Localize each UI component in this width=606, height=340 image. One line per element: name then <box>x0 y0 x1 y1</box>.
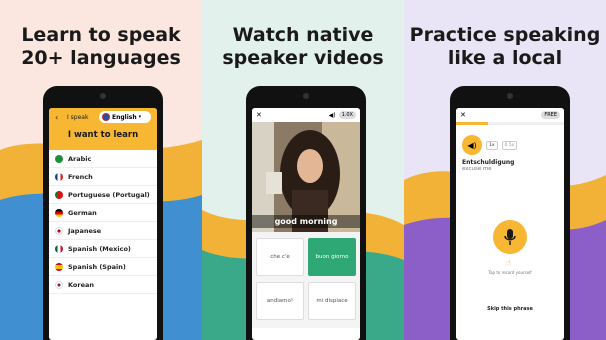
japan-flag-icon <box>55 226 63 235</box>
back-arrow-icon[interactable]: ‹ <box>55 113 58 122</box>
headline-line-2: speaker videos <box>222 47 384 69</box>
language-label: Korean <box>68 280 95 289</box>
answer-choice[interactable]: andiamo! <box>256 282 304 320</box>
language-label: Portuguese (Portugal) <box>68 190 150 199</box>
language-item-arabic[interactable]: Arabic <box>49 150 157 168</box>
answer-choices: che c'è buon giorno andiamo! mi dispiace <box>252 232 360 328</box>
promo-panel-videos: Watch native speaker videos ✕ ◀) 1.0X go… <box>202 0 404 340</box>
language-label: Arabic <box>68 154 92 163</box>
audio-controls: ◀) 1x 0.5x <box>456 125 564 159</box>
promo-panel-speaking: Practice speaking like a local ✕ FREE ◀)… <box>404 0 606 340</box>
france-flag-icon <box>55 172 63 181</box>
spain-flag-icon <box>55 262 63 271</box>
phone-screen: ‹ I speak English ▾ I want to learn Arab… <box>49 108 157 340</box>
answer-choice-correct[interactable]: buon giorno <box>308 238 356 276</box>
headline-line-2: like a local <box>447 47 563 69</box>
tap-to-record-hint: Tap to record yourself <box>488 270 532 275</box>
language-label: Spanish (Spain) <box>68 262 126 271</box>
camera-icon <box>507 93 513 99</box>
language-header: ‹ I speak English ▾ I want to learn <box>49 108 157 150</box>
language-label: French <box>68 172 93 181</box>
language-label: Japanese <box>68 226 102 235</box>
playback-speed-badge[interactable]: 1.0X <box>338 111 356 119</box>
headline-line-1: Learn to speak <box>21 24 181 46</box>
portugal-flag-icon <box>55 190 63 199</box>
free-badge: FREE <box>541 111 560 119</box>
pointing-hand-icon: ☝ <box>506 258 511 267</box>
chevron-down-icon: ▾ <box>138 114 142 120</box>
video-player[interactable]: good morning <box>252 122 360 232</box>
phrase-translation: excuse me <box>462 166 492 172</box>
phone-mockup: ‹ I speak English ▾ I want to learn Arab… <box>43 86 163 340</box>
speed-normal-button[interactable]: 1x <box>486 140 498 150</box>
play-audio-button[interactable]: ◀) <box>462 135 482 155</box>
speaker-icon: ◀) <box>467 140 477 150</box>
phone-mockup: ✕ ◀) 1.0X good morning che c'è buon gior… <box>246 86 366 340</box>
language-item-korean[interactable]: Korean <box>49 276 157 294</box>
lesson-toolbar: ✕ FREE <box>456 108 564 122</box>
promo-panel-languages: Learn to speak 20+ languages ‹ I speak E… <box>0 0 202 340</box>
close-icon[interactable]: ✕ <box>256 111 262 119</box>
answer-choice[interactable]: mi dispiace <box>308 282 356 320</box>
camera-icon <box>100 93 106 99</box>
microphone-icon <box>504 229 516 245</box>
phone-screen: ✕ FREE ◀) 1x 0.5x Entschuldigung excuse … <box>456 108 564 340</box>
answer-choice[interactable]: che c'è <box>256 238 304 276</box>
headline: Practice speaking like a local <box>404 24 606 70</box>
headline-line-1: Watch native <box>232 24 374 46</box>
language-list: Arabic French Portuguese (Portugal) Germ… <box>49 150 157 294</box>
language-item-portuguese[interactable]: Portuguese (Portugal) <box>49 186 157 204</box>
language-label: German <box>68 208 97 217</box>
language-item-french[interactable]: French <box>49 168 157 186</box>
language-item-spanish-mexico[interactable]: Spanish (Mexico) <box>49 240 157 258</box>
headline: Watch native speaker videos <box>202 24 404 70</box>
saudi-flag-icon <box>55 154 63 163</box>
speaker-icon[interactable]: ◀) <box>329 112 336 119</box>
screen-title: I want to learn <box>67 130 139 140</box>
camera-icon <box>303 93 309 99</box>
phone-screen: ✕ ◀) 1.0X good morning che c'è buon gior… <box>252 108 360 340</box>
video-caption: good morning <box>252 215 360 228</box>
target-phrase: Entschuldigung <box>462 159 515 166</box>
language-item-japanese[interactable]: Japanese <box>49 222 157 240</box>
i-speak-label: I speak <box>67 114 89 121</box>
uk-flag-icon <box>102 113 110 121</box>
headline-line-2: 20+ languages <box>21 47 181 69</box>
phone-mockup: ✕ FREE ◀) 1x 0.5x Entschuldigung excuse … <box>450 86 570 340</box>
speed-slow-button[interactable]: 0.5x <box>501 140 518 150</box>
skip-phrase-link[interactable]: Skip this phrase <box>456 306 564 312</box>
headline-line-1: Practice speaking <box>409 24 601 46</box>
record-button[interactable] <box>493 220 527 254</box>
korea-flag-icon <box>55 280 63 289</box>
video-toolbar: ✕ ◀) 1.0X <box>252 108 360 122</box>
germany-flag-icon <box>55 208 63 217</box>
close-icon[interactable]: ✕ <box>460 111 466 119</box>
headline: Learn to speak 20+ languages <box>0 24 202 70</box>
language-item-spanish-spain[interactable]: Spanish (Spain) <box>49 258 157 276</box>
mexico-flag-icon <box>55 244 63 253</box>
speak-language-value: English <box>112 113 137 121</box>
language-item-german[interactable]: German <box>49 204 157 222</box>
language-label: Spanish (Mexico) <box>68 244 131 253</box>
speak-language-selector[interactable]: English ▾ <box>99 111 151 123</box>
